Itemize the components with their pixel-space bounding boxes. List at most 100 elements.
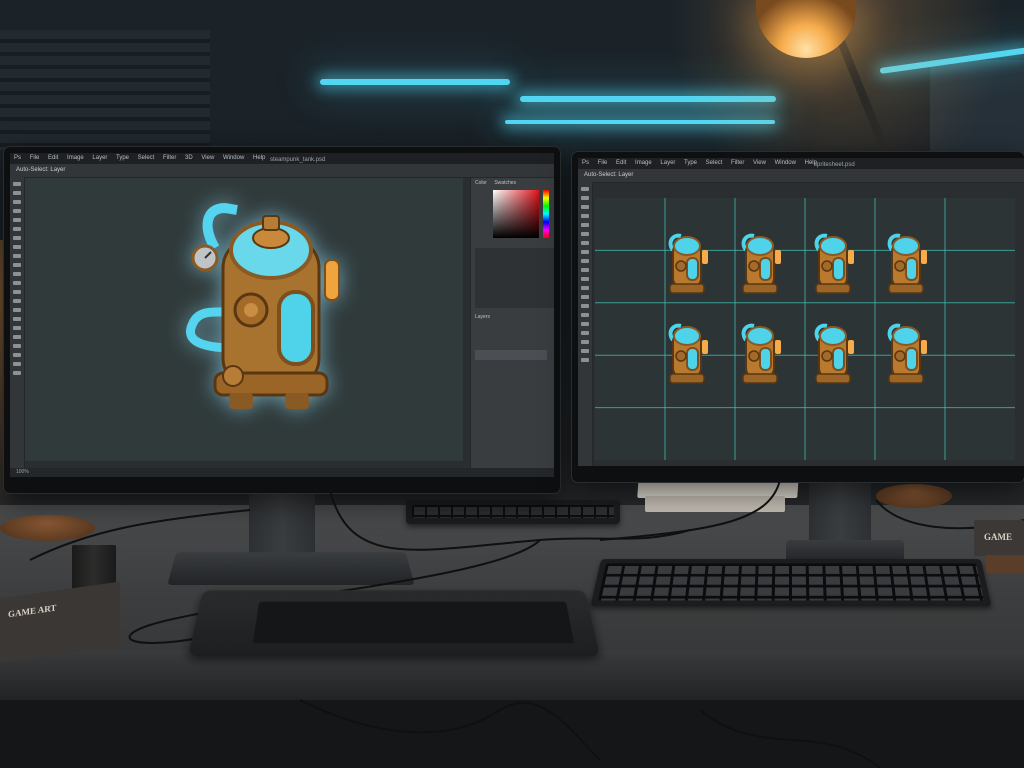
document-canvas[interactable]	[25, 178, 463, 461]
color-picker-field[interactable]	[493, 190, 539, 238]
tool-icon[interactable]	[581, 196, 589, 200]
book-right-title: GAME	[984, 532, 1012, 542]
menu-item[interactable]: Type	[116, 155, 129, 161]
tool-icon[interactable]	[13, 353, 21, 357]
tool-icon[interactable]	[581, 205, 589, 209]
properties-panel	[475, 248, 554, 308]
tab-color[interactable]: Color	[475, 180, 487, 186]
menu-item[interactable]: Type	[684, 160, 697, 166]
tab-swatches[interactable]: Swatches	[494, 180, 516, 186]
options-bar: Auto-Select: Layer	[578, 169, 1024, 183]
tool-icon[interactable]	[581, 241, 589, 245]
tool-icon[interactable]	[581, 277, 589, 281]
book-right-2	[986, 555, 1024, 573]
menu-item[interactable]: Ps	[582, 160, 589, 166]
book-right: GAME	[974, 520, 1024, 556]
tool-icon[interactable]	[13, 272, 21, 276]
tool-icon[interactable]	[13, 335, 21, 339]
menu-item[interactable]: Help	[253, 155, 265, 161]
tablet-active-area	[253, 602, 575, 644]
tool-icon[interactable]	[581, 286, 589, 290]
spritesheet-canvas[interactable]	[595, 198, 1015, 460]
tool-icon[interactable]	[13, 227, 21, 231]
tool-icon[interactable]	[581, 295, 589, 299]
tools-panel	[578, 182, 593, 466]
menu-item[interactable]: Window	[223, 155, 244, 161]
tool-icon[interactable]	[13, 200, 21, 204]
tool-icon[interactable]	[581, 349, 589, 353]
tool-icon[interactable]	[581, 358, 589, 362]
menu-item[interactable]: Select	[706, 160, 723, 166]
tool-icon[interactable]	[13, 209, 21, 213]
menu-item[interactable]: Filter	[163, 155, 176, 161]
tank-sprite[interactable]	[889, 236, 927, 293]
menu-item[interactable]: Edit	[616, 160, 626, 166]
tank-sprite[interactable]	[889, 326, 927, 383]
tank-sprite[interactable]	[816, 326, 854, 383]
tool-icon[interactable]	[13, 191, 21, 195]
menu-item[interactable]: Edit	[48, 155, 58, 161]
menu-item[interactable]: File	[30, 155, 40, 161]
menu-item[interactable]: Image	[67, 155, 84, 161]
menu-item[interactable]: 3D	[185, 155, 193, 161]
tool-icon[interactable]	[13, 218, 21, 222]
tool-icon[interactable]	[13, 371, 21, 375]
tool-icon[interactable]	[13, 308, 21, 312]
tank-sprite[interactable]	[670, 326, 708, 383]
tool-icon[interactable]	[581, 187, 589, 191]
tool-icon[interactable]	[581, 322, 589, 326]
tool-icon[interactable]	[13, 281, 21, 285]
tool-icon[interactable]	[581, 331, 589, 335]
tool-icon[interactable]	[13, 290, 21, 294]
menu-item[interactable]: Layer	[660, 160, 675, 166]
options-text[interactable]: Auto-Select: Layer	[16, 167, 65, 173]
left-menu-bar: Ps File Edit Image Layer Type Select Fil…	[10, 153, 554, 164]
tool-icon[interactable]	[13, 182, 21, 186]
options-text[interactable]: Auto-Select: Layer	[584, 172, 633, 178]
tool-icon[interactable]	[13, 362, 21, 366]
menu-item[interactable]: Layer	[92, 155, 107, 161]
tool-icon[interactable]	[13, 326, 21, 330]
tool-icon[interactable]	[13, 263, 21, 267]
layer-row[interactable]	[475, 350, 547, 360]
tool-icon[interactable]	[581, 259, 589, 263]
right-screen: Ps File Edit Image Layer Type Select Fil…	[578, 158, 1024, 466]
menu-item[interactable]: Select	[138, 155, 155, 161]
tool-icon[interactable]	[581, 313, 589, 317]
keyboard	[590, 559, 991, 606]
menu-item[interactable]: Window	[775, 160, 796, 166]
left-monitor: Ps File Edit Image Layer Type Select Fil…	[4, 147, 560, 493]
tool-icon[interactable]	[581, 340, 589, 344]
hue-slider[interactable]	[543, 190, 549, 238]
menu-item[interactable]: View	[753, 160, 766, 166]
tank-sprite[interactable]	[743, 326, 781, 383]
tool-icon[interactable]	[13, 299, 21, 303]
tool-icon[interactable]	[13, 317, 21, 321]
tank-sprite[interactable]	[743, 236, 781, 293]
tool-icon[interactable]	[13, 236, 21, 240]
menu-item[interactable]: Ps	[14, 155, 21, 161]
right-panels: Color Swatches Layers	[470, 178, 554, 468]
desk-scene: Ps File Edit Image Layer Type Select Fil…	[0, 0, 1024, 768]
right-menu-bar: Ps File Edit Image Layer Type Select Fil…	[578, 158, 1024, 169]
neon-light-strip	[320, 79, 510, 85]
color-panel-tabs: Color Swatches	[471, 178, 554, 188]
menu-item[interactable]: Filter	[731, 160, 744, 166]
menu-item[interactable]: File	[598, 160, 608, 166]
tool-icon[interactable]	[581, 250, 589, 254]
tool-icon[interactable]	[581, 214, 589, 218]
tool-icon[interactable]	[581, 223, 589, 227]
steampunk-tank-artwork	[25, 178, 463, 461]
menu-item[interactable]: View	[201, 155, 214, 161]
tool-icon[interactable]	[581, 232, 589, 236]
tank-sprite[interactable]	[816, 236, 854, 293]
menu-item[interactable]: Image	[635, 160, 652, 166]
tool-icon[interactable]	[581, 304, 589, 308]
tool-icon[interactable]	[13, 344, 21, 348]
tool-icon[interactable]	[13, 245, 21, 249]
tool-icon[interactable]	[581, 268, 589, 272]
spritesheet-grid	[595, 198, 1015, 460]
tool-icon[interactable]	[13, 254, 21, 258]
layers-tab[interactable]: Layers	[475, 314, 490, 320]
tank-sprite[interactable]	[670, 236, 708, 293]
